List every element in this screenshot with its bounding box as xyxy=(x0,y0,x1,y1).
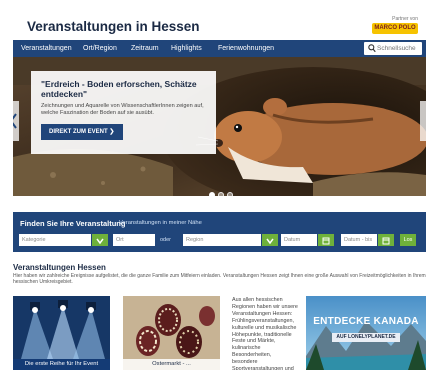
section-side-text: Aus allen hessischen Regionen haben wir … xyxy=(232,297,298,370)
nav-item-veranstaltungen[interactable]: Veranstaltungen xyxy=(21,40,72,57)
partner-label: Partner von xyxy=(392,16,418,22)
date-to-calendar-button[interactable] xyxy=(378,234,394,246)
slide-dot-1[interactable] xyxy=(209,192,215,196)
calendar-icon xyxy=(322,237,330,245)
direct-to-event-label: DIREKT ZUM EVENT xyxy=(49,129,108,135)
nav-item-ort-region[interactable]: Ort/Region xyxy=(83,40,117,57)
quick-search[interactable] xyxy=(364,42,422,55)
category-select[interactable]: Kategorie xyxy=(19,234,91,246)
tile-caption-easter: Ostermarkt - ... xyxy=(123,359,220,370)
hero-prev-button[interactable] xyxy=(13,101,19,141)
hero-card: "Erdreich - Boden erforschen, Schätze en… xyxy=(31,71,216,154)
region-select[interactable]: Region xyxy=(183,234,261,246)
place-input[interactable]: Ort xyxy=(113,234,155,246)
event-tile-stage[interactable]: Die erste Reihe für Ihr Event xyxy=(13,296,110,370)
event-finder: Finden Sie Ihre Veranstaltung Veranstalt… xyxy=(13,212,426,252)
section-intro: Hier haben wir zahlreiche Ereignisse auf… xyxy=(13,273,426,286)
chevron-down-icon xyxy=(266,238,274,245)
go-button[interactable]: Los xyxy=(400,234,416,246)
nearby-events-link[interactable]: Veranstaltungen in meiner Nähe xyxy=(119,220,202,226)
main-nav: Veranstaltungen Ort/Region Zeitraum High… xyxy=(13,40,426,57)
search-icon xyxy=(368,44,376,53)
marco-polo-logo[interactable]: MARCO POLO xyxy=(372,23,418,34)
or-label: oder xyxy=(160,237,172,243)
tile-caption-stage: Die erste Reihe für Ihr Event xyxy=(13,359,110,370)
hero-slider: "Erdreich - Boden erforschen, Schätze en… xyxy=(13,57,426,196)
site-header: Veranstaltungen in Hessen Partner von MA… xyxy=(13,14,426,40)
hero-text: Zeichnungen und Aquarelle von Wissenscha… xyxy=(41,103,204,116)
ad-title: ENTDECKE KANADA xyxy=(313,316,419,327)
nav-item-ferienwohnungen[interactable]: Ferienwohnungen xyxy=(218,40,274,57)
direct-to-event-button[interactable]: DIREKT ZUM EVENT ❯ xyxy=(41,124,123,140)
page: Veranstaltungen in Hessen Partner von MA… xyxy=(0,0,435,370)
slide-indicators xyxy=(209,185,236,196)
hero-title: "Erdreich - Boden erforschen, Schätze en… xyxy=(41,79,197,99)
nav-item-zeitraum[interactable]: Zeitraum xyxy=(131,40,159,57)
region-dropdown-button[interactable] xyxy=(262,234,278,246)
lonely-planet-ad[interactable]: ENTDECKE KANADA AUF LONELYPLANET.DE xyxy=(306,296,426,370)
date-to-input[interactable]: Datum - bis xyxy=(341,234,377,246)
calendar-icon xyxy=(382,237,390,245)
chevron-left-icon xyxy=(13,113,17,129)
lonely-planet-button[interactable]: AUF LONELYPLANET.DE xyxy=(332,333,400,342)
site-title[interactable]: Veranstaltungen in Hessen xyxy=(27,19,200,34)
slide-dot-3[interactable] xyxy=(227,192,233,196)
date-from-calendar-button[interactable] xyxy=(318,234,334,246)
section-title: Veranstaltungen Hessen xyxy=(13,263,106,272)
chevron-right-icon: ❯ xyxy=(109,129,115,135)
hero-next-button[interactable] xyxy=(420,101,426,141)
quick-search-input[interactable] xyxy=(377,42,421,55)
chevron-down-icon xyxy=(96,238,104,245)
category-dropdown-button[interactable] xyxy=(92,234,108,246)
date-from-input[interactable]: Datum xyxy=(281,234,317,246)
event-tile-easter[interactable]: Ostermarkt - ... xyxy=(123,296,220,370)
finder-title: Finden Sie Ihre Veranstaltung xyxy=(20,219,126,228)
nav-item-highlights[interactable]: Highlights xyxy=(171,40,202,57)
slide-dot-2[interactable] xyxy=(218,192,224,196)
